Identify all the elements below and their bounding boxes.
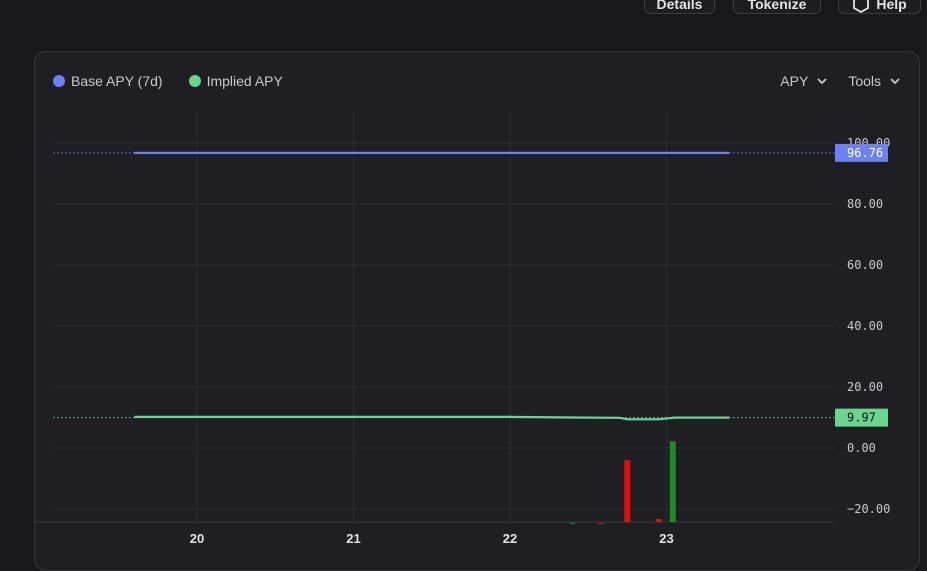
apy-chart[interactable]: 100.0080.0060.0040.0020.000.00−20.0020 21… bbox=[35, 52, 920, 571]
chevron-down-icon bbox=[817, 78, 827, 85]
details-button-label: Details bbox=[656, 0, 703, 12]
legend-item-implied-apy[interactable]: Implied APY bbox=[188, 73, 283, 89]
base-apy-swatch bbox=[53, 75, 65, 87]
volume-bar bbox=[597, 523, 604, 525]
apy-dropdown[interactable]: APY bbox=[780, 73, 828, 89]
details-button[interactable]: Details bbox=[644, 0, 715, 14]
chart-controls: APY Tools bbox=[780, 73, 901, 89]
y-tick-label: 40.00 bbox=[847, 319, 883, 333]
x-tick-label: 21 bbox=[346, 531, 360, 546]
y-tick-label: 60.00 bbox=[847, 258, 883, 272]
last-value-label: 9.97 bbox=[847, 411, 876, 425]
volume-bar bbox=[569, 522, 576, 524]
legend-item-base-apy[interactable]: Base APY (7d) bbox=[53, 73, 163, 89]
last-value-label: 96.76 bbox=[847, 146, 883, 160]
help-button[interactable]: Help bbox=[838, 0, 921, 14]
series-line bbox=[134, 415, 730, 421]
y-tick-label: 80.00 bbox=[847, 197, 883, 211]
volume-bar bbox=[669, 441, 676, 522]
volume-bar bbox=[624, 460, 631, 522]
tokenize-button[interactable]: Tokenize bbox=[733, 0, 821, 14]
y-tick-label: 20.00 bbox=[847, 380, 883, 394]
tokenize-button-label: Tokenize bbox=[747, 0, 807, 12]
chart-card: 100.00 80.00 60.00 40.00 20.00 0.00 −20.00 20 21… bbox=[34, 51, 920, 571]
help-button-label: Help bbox=[876, 0, 907, 12]
hexagon-icon bbox=[853, 0, 870, 13]
x-tick-label: 22 bbox=[503, 531, 517, 546]
apy-dropdown-label: APY bbox=[780, 73, 809, 89]
implied-apy-swatch bbox=[188, 75, 201, 87]
tools-dropdown[interactable]: Tools bbox=[848, 73, 901, 89]
tools-dropdown-label: Tools bbox=[848, 73, 881, 89]
x-tick-label: 20 bbox=[190, 531, 204, 546]
chevron-down-icon bbox=[890, 78, 900, 85]
legend-label-base-apy: Base APY (7d) bbox=[71, 73, 163, 89]
chart-legend: Base APY (7d) Implied APY bbox=[53, 73, 283, 89]
y-tick-label: −20.00 bbox=[847, 502, 890, 516]
legend-label-implied-apy: Implied APY bbox=[206, 73, 283, 89]
y-tick-label: 0.00 bbox=[847, 441, 876, 455]
volume-bar bbox=[655, 519, 662, 522]
x-tick-label: 23 bbox=[659, 531, 673, 546]
